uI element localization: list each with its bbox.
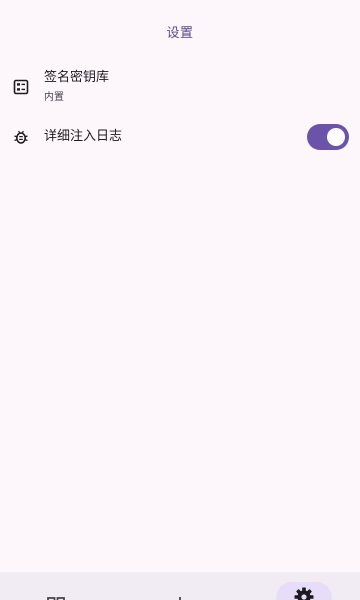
top-app-bar: 设置 [0, 0, 360, 62]
page-title: 设置 [166, 25, 194, 41]
settings-gear-icon [294, 587, 314, 600]
settings-list: 签名密钥库 内置 详细注入日志 [0, 62, 360, 162]
nav-item-settings[interactable] [276, 572, 332, 600]
keystore-title: 签名密钥库 [44, 69, 110, 85]
setting-keystore[interactable]: 签名密钥库 内置 [0, 62, 360, 112]
keystore-value: 内置 [44, 91, 64, 103]
bottom-navigation [0, 572, 360, 600]
nav-item-home[interactable] [36, 572, 76, 600]
setting-verbose-log[interactable]: 详细注入日志 [0, 112, 360, 162]
home-icon [47, 597, 65, 600]
keystore-icon [12, 78, 30, 96]
toggle-thumb [327, 128, 345, 146]
nav-item-patch[interactable] [160, 572, 200, 600]
verbose-log-toggle[interactable] [307, 124, 349, 150]
bug-icon [12, 128, 30, 146]
verbose-log-title: 详细注入日志 [44, 129, 123, 144]
patch-icon [179, 597, 181, 600]
